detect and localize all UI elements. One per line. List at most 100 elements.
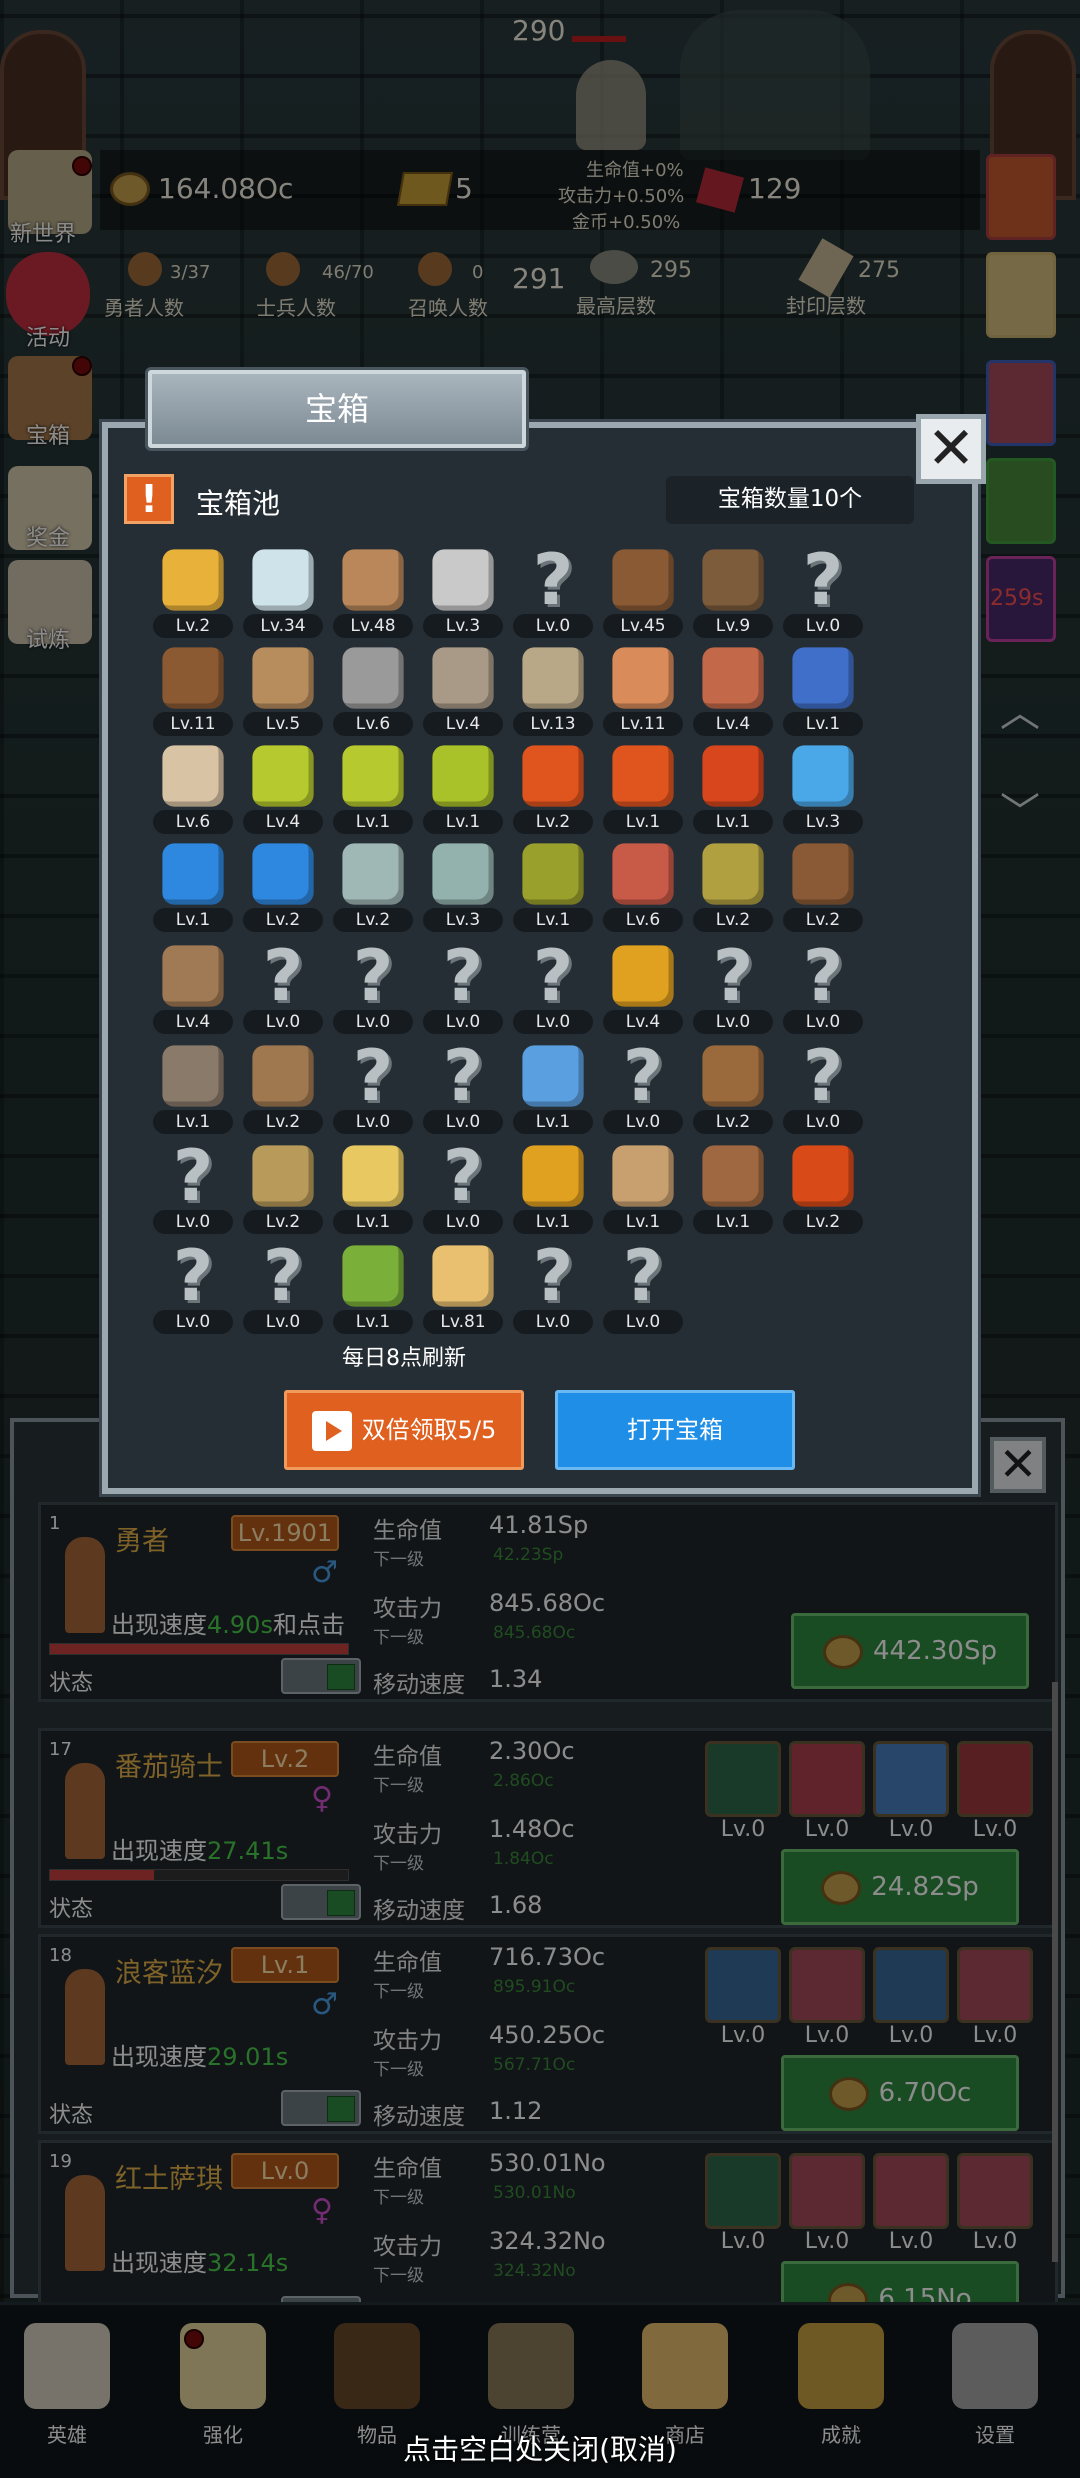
- chest-item[interactable]: Lv.1: [327, 1240, 419, 1340]
- chest-item[interactable]: ? Lv.0: [237, 940, 329, 1040]
- chest-item[interactable]: Lv.1: [327, 740, 419, 840]
- chest-item[interactable]: ? Lv.0: [777, 544, 869, 644]
- chest-item[interactable]: ? Lv.0: [417, 940, 509, 1040]
- chest-item[interactable]: ? Lv.0: [597, 1040, 689, 1140]
- chest-item[interactable]: ? Lv.0: [507, 1240, 599, 1340]
- item-level: Lv.2: [333, 908, 413, 932]
- unknown-icon: ?: [802, 1035, 844, 1117]
- shoe-icon: [162, 945, 224, 1007]
- open-chest-button[interactable]: 打开宝箱: [555, 1390, 795, 1470]
- pickaxe-icon: [162, 1045, 224, 1107]
- item-level: Lv.4: [153, 1010, 233, 1034]
- chest-item[interactable]: Lv.13: [507, 642, 599, 742]
- chest-item[interactable]: Lv.48: [327, 544, 419, 644]
- chest-item[interactable]: Lv.1: [507, 1140, 599, 1240]
- item-level: Lv.2: [243, 1110, 323, 1134]
- hammer-icon: [432, 647, 494, 709]
- chest-item[interactable]: Lv.1: [507, 838, 599, 938]
- chest-item[interactable]: Lv.11: [597, 642, 689, 742]
- chest-item[interactable]: Lv.34: [237, 544, 329, 644]
- chest-item[interactable]: ? Lv.0: [147, 1140, 239, 1240]
- chest-item[interactable]: Lv.1: [687, 740, 779, 840]
- chest-item[interactable]: Lv.1: [327, 1140, 419, 1240]
- chest-item[interactable]: ? Lv.0: [327, 940, 419, 1040]
- chest-item[interactable]: Lv.1: [597, 740, 689, 840]
- chest-item[interactable]: Lv.6: [147, 740, 239, 840]
- chest-item[interactable]: Lv.3: [777, 740, 869, 840]
- chest-item[interactable]: Lv.3: [417, 838, 509, 938]
- item-level: Lv.1: [513, 1210, 593, 1234]
- fire-glove-icon: [792, 1145, 854, 1207]
- pouch-icon: [792, 647, 854, 709]
- chest-item[interactable]: Lv.1: [777, 642, 869, 742]
- unknown-icon: ?: [442, 1135, 484, 1217]
- chest-item[interactable]: Lv.4: [597, 940, 689, 1040]
- chest-item[interactable]: Lv.4: [147, 940, 239, 1040]
- chest-item[interactable]: ? Lv.0: [327, 1040, 419, 1140]
- chest-item[interactable]: Lv.1: [597, 1140, 689, 1240]
- item-level: Lv.48: [333, 614, 413, 638]
- beer-mug-icon: [432, 1245, 494, 1307]
- item-level: Lv.0: [423, 1010, 503, 1034]
- chest-item[interactable]: Lv.2: [237, 1040, 329, 1140]
- item-level: Lv.1: [423, 810, 503, 834]
- alert-icon: !: [124, 474, 174, 524]
- chest-item[interactable]: Lv.1: [687, 1140, 779, 1240]
- chest-item[interactable]: Lv.2: [687, 1040, 779, 1140]
- chest-item[interactable]: Lv.4: [417, 642, 509, 742]
- chest-item[interactable]: Lv.6: [597, 838, 689, 938]
- chest-item[interactable]: ? Lv.0: [147, 1240, 239, 1340]
- double-claim-button[interactable]: 双倍领取5/5: [284, 1390, 524, 1470]
- chest-item[interactable]: Lv.2: [777, 1140, 869, 1240]
- chest-item[interactable]: ? Lv.0: [777, 940, 869, 1040]
- chest-item[interactable]: Lv.11: [147, 642, 239, 742]
- chest-item[interactable]: Lv.4: [237, 740, 329, 840]
- chest-item[interactable]: Lv.2: [507, 740, 599, 840]
- leather-helmet-icon: [162, 647, 224, 709]
- yellow-potion-icon: [342, 745, 404, 807]
- great-helm-icon: [522, 647, 584, 709]
- item-level: Lv.45: [603, 614, 683, 638]
- item-level: Lv.1: [603, 1210, 683, 1234]
- item-level: Lv.4: [693, 712, 773, 736]
- item-level: Lv.3: [423, 908, 503, 932]
- chest-item[interactable]: ? Lv.0: [507, 544, 599, 644]
- chest-item[interactable]: Lv.6: [327, 642, 419, 742]
- chest-item[interactable]: Lv.1: [147, 838, 239, 938]
- chest-item[interactable]: Lv.5: [237, 642, 329, 742]
- chest-item[interactable]: Lv.2: [237, 838, 329, 938]
- chest-item[interactable]: Lv.2: [327, 838, 419, 938]
- chest-item[interactable]: Lv.9: [687, 544, 779, 644]
- chest-item[interactable]: Lv.2: [777, 838, 869, 938]
- chest-item[interactable]: Lv.2: [147, 544, 239, 644]
- item-level: Lv.1: [333, 1310, 413, 1334]
- chest-item[interactable]: ? Lv.0: [507, 940, 599, 1040]
- chest-item[interactable]: Lv.3: [417, 544, 509, 644]
- chest-item[interactable]: ? Lv.0: [687, 940, 779, 1040]
- chest-item[interactable]: Lv.45: [597, 544, 689, 644]
- item-level: Lv.0: [423, 1210, 503, 1234]
- item-level: Lv.4: [243, 810, 323, 834]
- modal-close-button[interactable]: ✕: [916, 414, 986, 484]
- chest-item[interactable]: ? Lv.0: [597, 1240, 689, 1340]
- chest-item[interactable]: Lv.1: [417, 740, 509, 840]
- boot-icon: [792, 843, 854, 905]
- chest-item[interactable]: ? Lv.0: [417, 1140, 509, 1240]
- chest-item[interactable]: Lv.4: [687, 642, 779, 742]
- item-level: Lv.0: [513, 614, 593, 638]
- game-screen: 290 164.08Oc 5 生命值+0% 攻击力+0.50% 金币+0.50%…: [0, 0, 1080, 2478]
- unknown-icon: ?: [442, 1035, 484, 1117]
- chest-item[interactable]: Lv.2: [237, 1140, 329, 1240]
- chest-item[interactable]: ? Lv.0: [417, 1040, 509, 1140]
- chest-item[interactable]: Lv.2: [687, 838, 779, 938]
- chest-item[interactable]: Lv.81: [417, 1240, 509, 1340]
- item-level: Lv.2: [243, 908, 323, 932]
- chest-item[interactable]: ? Lv.0: [777, 1040, 869, 1140]
- chest-item[interactable]: Lv.1: [147, 1040, 239, 1140]
- item-level: Lv.13: [513, 712, 593, 736]
- item-level: Lv.2: [783, 1210, 863, 1234]
- yellow-potion-icon: [432, 745, 494, 807]
- video-icon: [311, 1411, 352, 1451]
- chest-item[interactable]: Lv.1: [507, 1040, 599, 1140]
- chest-item[interactable]: ? Lv.0: [237, 1240, 329, 1340]
